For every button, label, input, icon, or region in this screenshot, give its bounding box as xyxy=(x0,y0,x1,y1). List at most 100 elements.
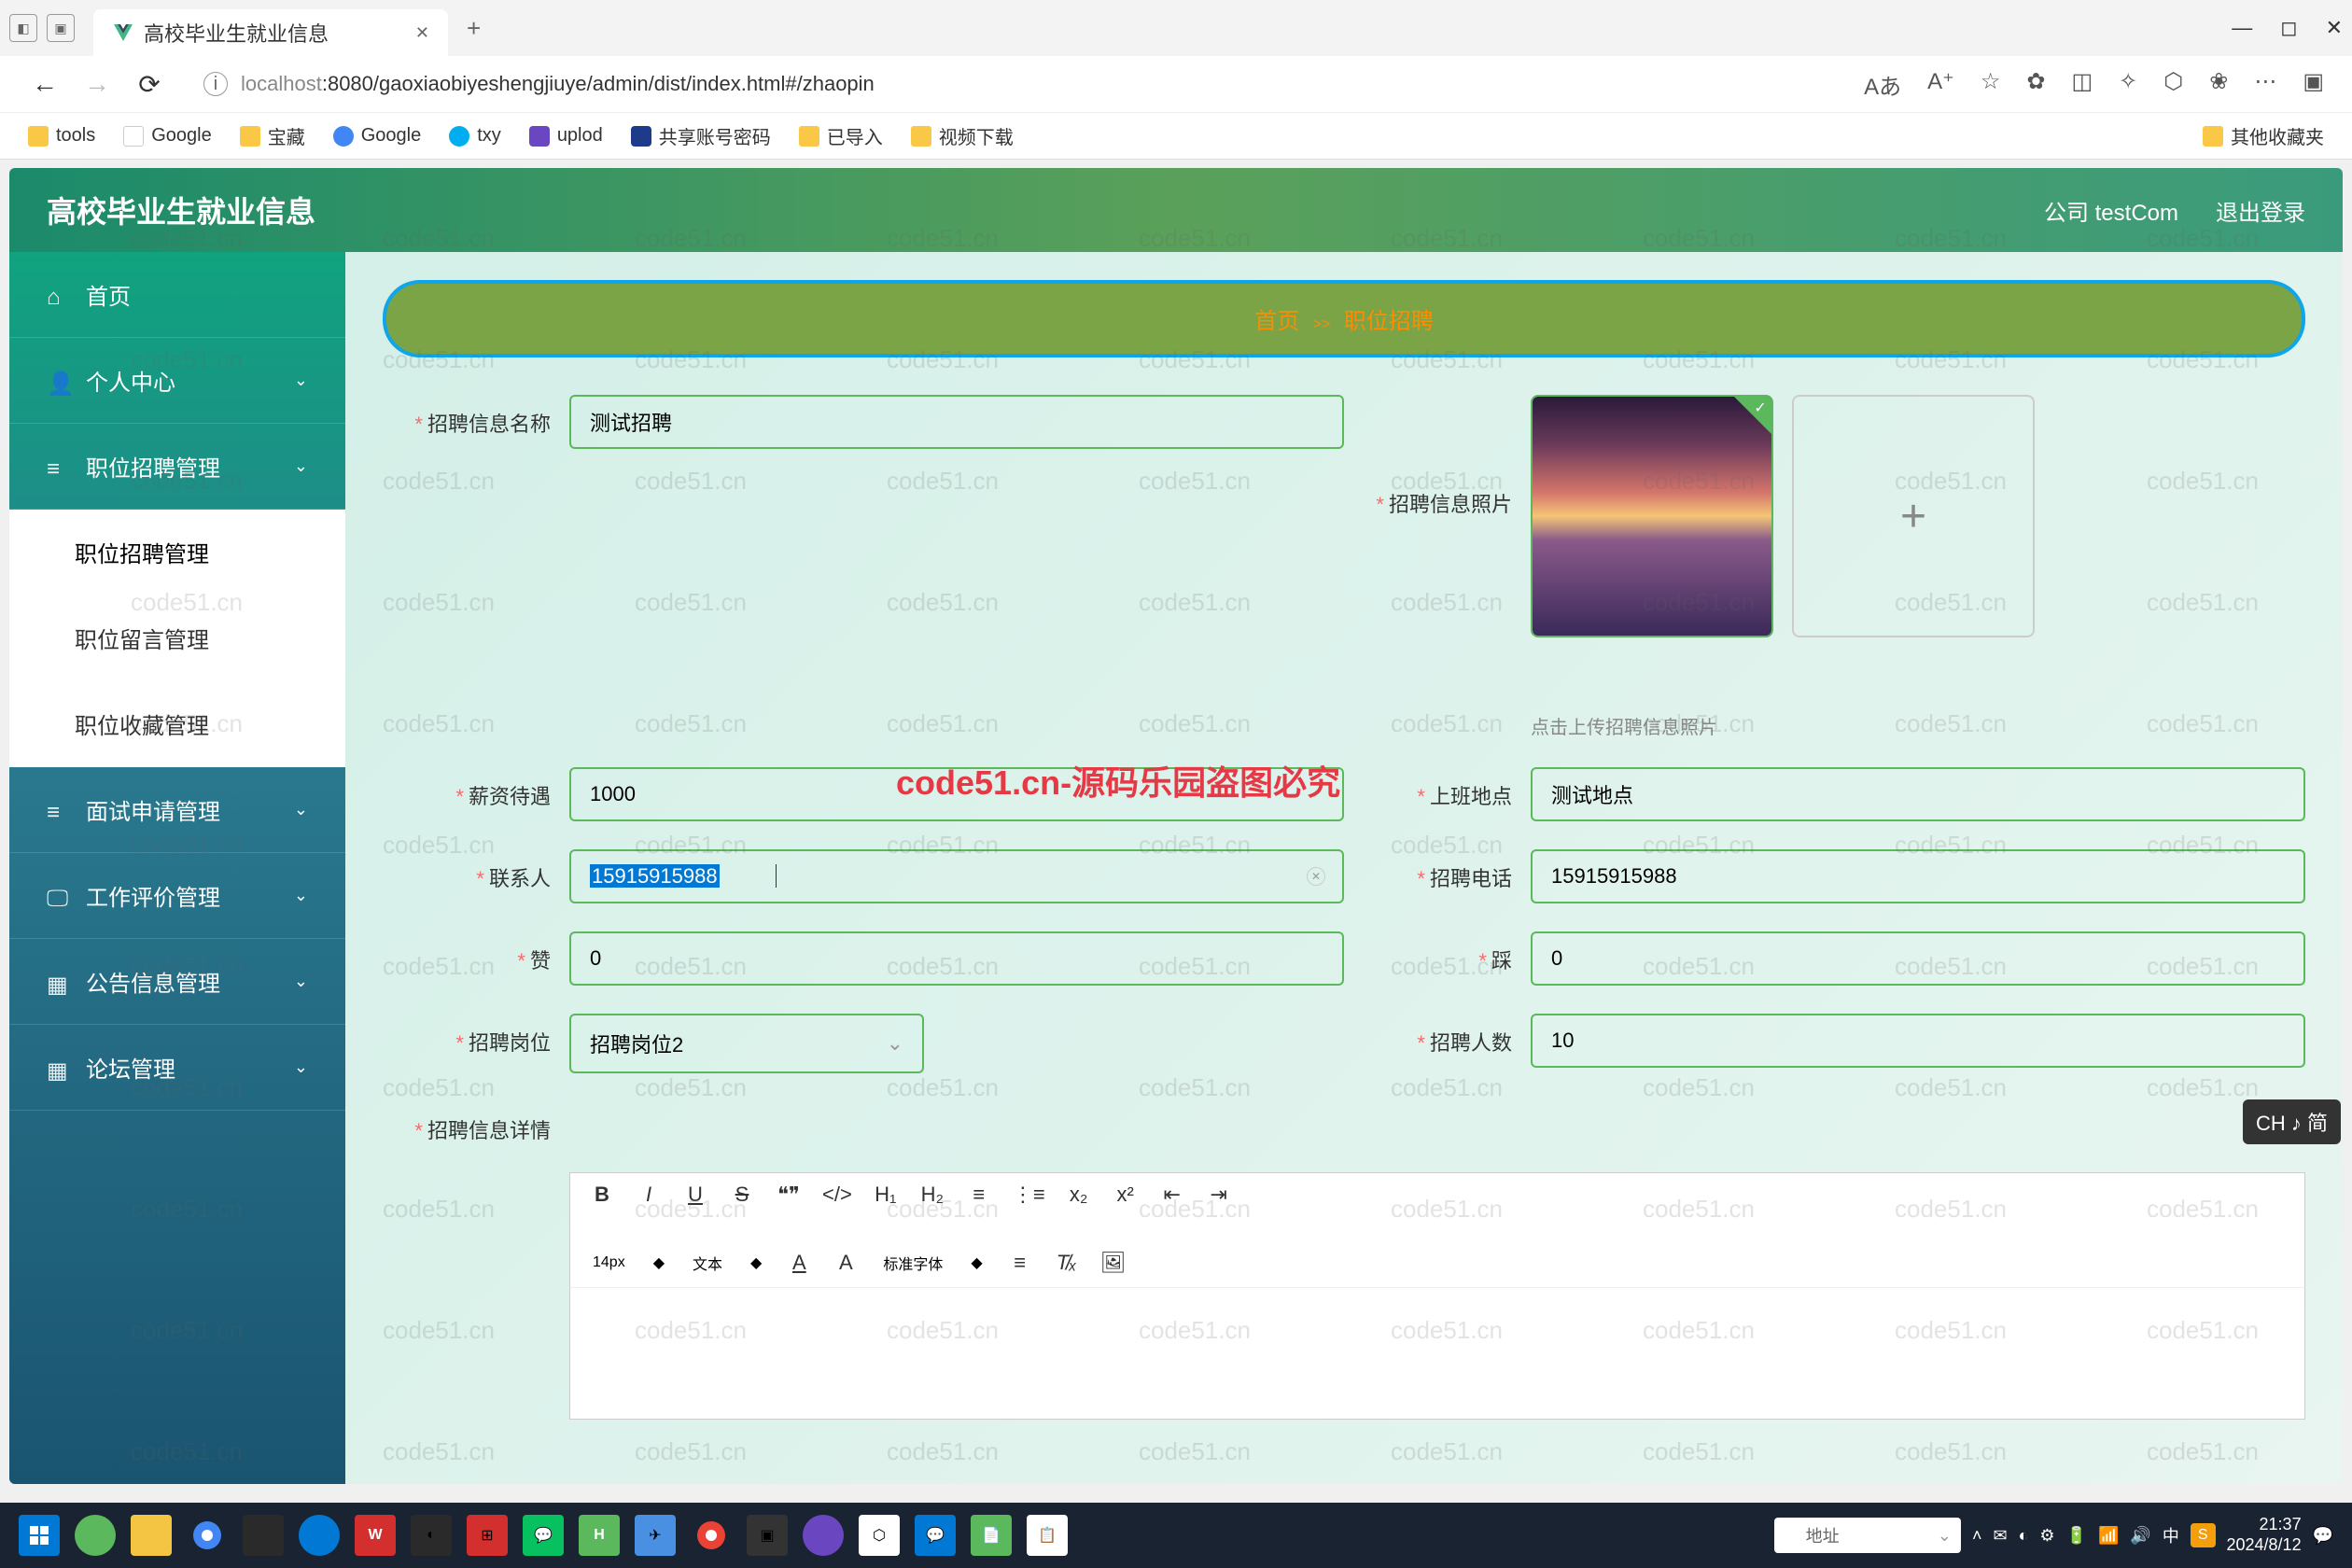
font-size-select[interactable]: 14px◆ xyxy=(589,1250,668,1276)
logout-link[interactable]: 退出登录 xyxy=(2216,194,2305,227)
ime-lang[interactable]: 中 xyxy=(2163,1523,2179,1547)
extension2-icon[interactable]: ⬡ xyxy=(2163,68,2183,101)
input-like[interactable] xyxy=(569,931,1344,986)
tray-icon[interactable]: ✉ xyxy=(1993,1526,2007,1546)
bookmark-item[interactable]: Google xyxy=(333,125,422,147)
edge-icon[interactable] xyxy=(299,1515,340,1556)
browser-tab[interactable]: 高校毕业生就业信息 ✕ xyxy=(93,9,448,56)
terminal-icon[interactable]: ▣ xyxy=(747,1515,788,1556)
tray-icon[interactable]: ⚙ xyxy=(2039,1526,2054,1546)
sogou-icon[interactable]: S xyxy=(2191,1523,2216,1547)
bookmark-item[interactable]: 共享账号密码 xyxy=(631,122,771,149)
app-icon[interactable]: 💬 xyxy=(915,1515,956,1556)
app-icon[interactable]: 📄 xyxy=(971,1515,1012,1556)
sidebar-item-recruit[interactable]: ≡职位招聘管理⌄ xyxy=(9,424,345,510)
tab-close-icon[interactable]: ✕ xyxy=(415,23,429,43)
sidebar-sub-comment-mgmt[interactable]: 职位留言管理 xyxy=(9,595,345,681)
input-count[interactable] xyxy=(1531,1014,2305,1068)
more-icon[interactable]: ⋯ xyxy=(2254,68,2276,101)
window-maximize-icon[interactable]: ◻ xyxy=(2280,16,2297,40)
input-phone[interactable] xyxy=(1531,849,2305,903)
app-icon[interactable]: 📋 xyxy=(1027,1515,1068,1556)
breadcrumb-home[interactable]: 首页 xyxy=(1254,309,1299,334)
color-button[interactable]: A xyxy=(786,1251,812,1275)
split-icon[interactable]: ◫ xyxy=(2071,68,2093,101)
start-button[interactable] xyxy=(19,1515,60,1556)
quote-button[interactable]: ❝❞ xyxy=(776,1183,802,1207)
sidebar-item-profile[interactable]: 👤个人中心⌄ xyxy=(9,338,345,424)
explorer-icon[interactable] xyxy=(131,1515,172,1556)
tray-up-icon[interactable]: ˄ xyxy=(1972,1526,1982,1546)
sublime-icon[interactable] xyxy=(243,1515,284,1556)
image-button[interactable]: 🖼 xyxy=(1100,1251,1127,1275)
tab-workspace-icon[interactable]: ◧ xyxy=(9,14,37,42)
tray-icon[interactable]: 🔊 xyxy=(2130,1526,2150,1546)
strike-button[interactable]: S xyxy=(729,1183,755,1207)
sidebar-sub-recruit-mgmt[interactable]: 职位招聘管理 xyxy=(9,510,345,595)
underline-button[interactable]: U xyxy=(682,1183,708,1207)
notification-icon[interactable]: 💬 xyxy=(2313,1526,2333,1546)
input-contact[interactable]: 15915915988 xyxy=(569,849,1344,903)
h1-button[interactable]: H₁ xyxy=(873,1183,899,1207)
app-icon[interactable]: ◐ xyxy=(411,1515,452,1556)
sidebar-item-notice[interactable]: ▦公告信息管理⌄ xyxy=(9,939,345,1025)
wechat-icon[interactable]: 💬 xyxy=(523,1515,564,1556)
italic-button[interactable]: I xyxy=(636,1183,662,1207)
app-icon[interactable]: ⬡ xyxy=(859,1515,900,1556)
bookmark-item[interactable]: 视频下载 xyxy=(911,122,1014,149)
tray-icon[interactable]: 📶 xyxy=(2098,1526,2119,1546)
tray-icon[interactable]: 🔋 xyxy=(2066,1526,2087,1546)
sidebar-item-home[interactable]: ⌂首页 xyxy=(9,252,345,338)
indent-button[interactable]: ⇤ xyxy=(1159,1183,1185,1207)
extension1-icon[interactable]: ✿ xyxy=(2026,68,2045,101)
app-icon[interactable]: ⊞ xyxy=(467,1515,508,1556)
clear-format-button[interactable]: T̸ₓ xyxy=(1054,1251,1080,1275)
bookmark-item[interactable]: 宝藏 xyxy=(240,122,305,149)
sidebar-item-forum[interactable]: ▦论坛管理⌄ xyxy=(9,1025,345,1111)
wps-icon[interactable]: W xyxy=(355,1515,396,1556)
back-button[interactable]: ← xyxy=(28,69,62,99)
input-location[interactable] xyxy=(1531,767,2305,821)
clear-icon[interactable]: ✕ xyxy=(1307,867,1325,886)
favorite-icon[interactable]: ☆ xyxy=(1981,68,2001,101)
tab-sidebar-icon[interactable]: ▣ xyxy=(47,14,75,42)
bold-button[interactable]: B xyxy=(589,1183,615,1207)
bookmark-item[interactable]: tools xyxy=(28,125,95,147)
ul-button[interactable]: ⋮≡ xyxy=(1013,1183,1045,1207)
h2-button[interactable]: H₂ xyxy=(919,1183,945,1207)
site-info-icon[interactable]: i xyxy=(203,72,228,96)
bgcolor-button[interactable]: A xyxy=(833,1251,859,1275)
input-name[interactable] xyxy=(569,395,1344,449)
window-close-icon[interactable]: ✕ xyxy=(2326,16,2343,40)
sidebar-sub-favorite-mgmt[interactable]: 职位收藏管理 xyxy=(9,681,345,767)
clock[interactable]: 21:37 2024/8/12 xyxy=(2227,1515,2302,1555)
bookmark-item[interactable]: txy xyxy=(449,125,501,147)
tray-icon[interactable]: ◐ xyxy=(2019,1526,2029,1546)
address-bar[interactable]: i localhost:8080/gaoxiaobiyeshengjiuye/a… xyxy=(185,64,1827,104)
copilot-icon[interactable]: ▣ xyxy=(2303,68,2324,101)
translate-icon[interactable]: Aあ xyxy=(1864,68,1901,101)
select-position[interactable]: 招聘岗位2 ⌄ xyxy=(569,1014,924,1073)
user-label[interactable]: 公司 testCom xyxy=(2044,194,2178,227)
extension3-icon[interactable]: ❀ xyxy=(2209,68,2228,101)
app-icon[interactable] xyxy=(803,1515,844,1556)
bookmark-item[interactable]: Google xyxy=(123,125,212,147)
code-button[interactable]: </> xyxy=(822,1183,852,1207)
sidebar-item-interview[interactable]: ≡面试申请管理⌄ xyxy=(9,767,345,853)
app-icon[interactable]: H xyxy=(579,1515,620,1556)
collections-icon[interactable]: ✧ xyxy=(2119,68,2137,101)
uploaded-image[interactable]: ✓ xyxy=(1531,395,1773,637)
other-bookmarks[interactable]: 其他收藏夹 xyxy=(2203,122,2324,149)
chrome-icon[interactable] xyxy=(187,1515,228,1556)
sidebar-item-review[interactable]: 🖵工作评价管理⌄ xyxy=(9,853,345,939)
editor-body[interactable] xyxy=(570,1288,2304,1419)
block-select[interactable]: 文本◆ xyxy=(689,1248,765,1278)
align-button[interactable]: ≡ xyxy=(1007,1251,1033,1275)
app-icon[interactable]: ✈ xyxy=(635,1515,676,1556)
sup-button[interactable]: x² xyxy=(1113,1183,1139,1207)
ime-address-bar[interactable]: ◉ 地址 ⌄ xyxy=(1774,1518,1961,1553)
font-family-select[interactable]: 标准字体◆ xyxy=(879,1248,986,1278)
sub-button[interactable]: x₂ xyxy=(1066,1183,1092,1207)
ol-button[interactable]: ≡ xyxy=(966,1183,992,1207)
reader-icon[interactable]: A⁺ xyxy=(1927,68,1954,101)
